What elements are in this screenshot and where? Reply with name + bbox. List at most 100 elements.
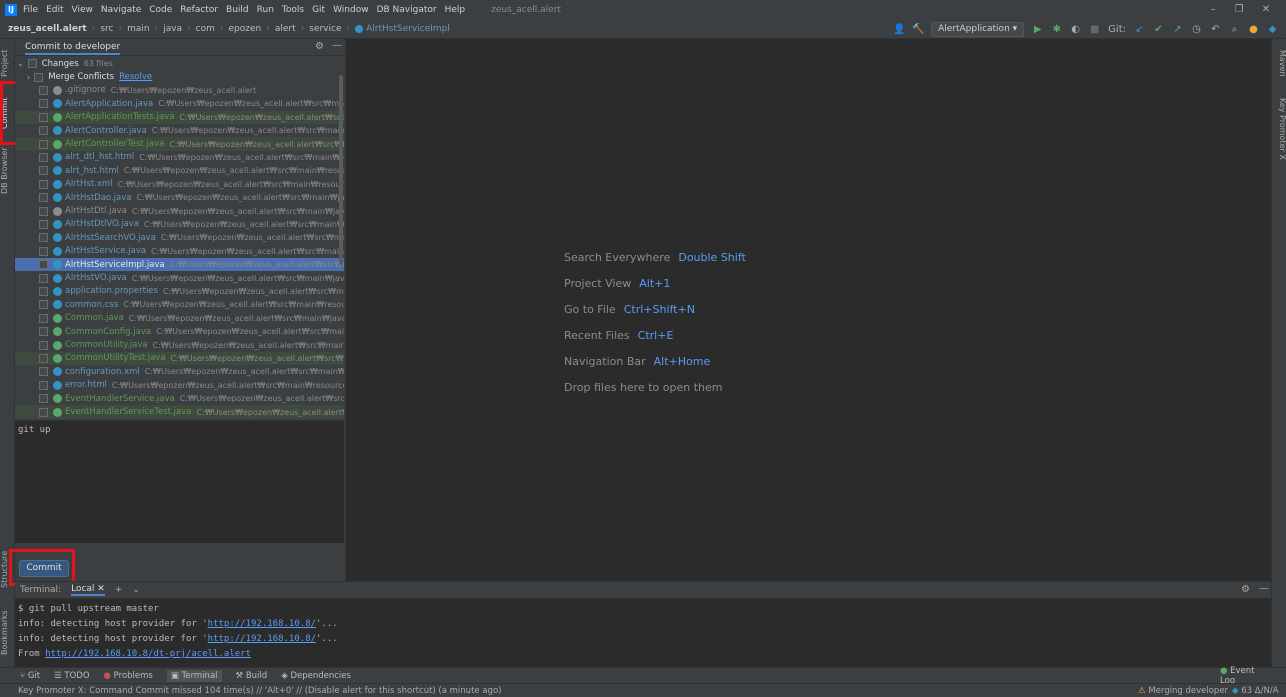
terminal-tab-local[interactable]: Local ✕ bbox=[71, 584, 105, 596]
chevron-right-icon[interactable]: › bbox=[27, 73, 30, 82]
file-checkbox[interactable] bbox=[39, 286, 48, 296]
file-row[interactable]: EventHandlerServiceTest.java C:₩Users₩epo… bbox=[15, 405, 344, 419]
menu-edit[interactable]: Edit bbox=[46, 5, 63, 15]
rollback-icon[interactable]: ↶ bbox=[1210, 24, 1221, 35]
chevron-down-icon[interactable]: ⌄ bbox=[132, 585, 140, 595]
tab-project[interactable]: Project bbox=[0, 43, 15, 83]
file-checkbox[interactable] bbox=[39, 99, 48, 109]
git-branch-status[interactable]: ⚠ Merging developer bbox=[1138, 686, 1228, 696]
file-checkbox[interactable] bbox=[39, 152, 48, 162]
file-row[interactable]: AlrtHstDtlVO.java C:₩Users₩epozen₩zeus_ac… bbox=[15, 218, 344, 231]
menu-git[interactable]: Git bbox=[312, 5, 325, 15]
toolwindow-dependencies[interactable]: ◈ Dependencies bbox=[281, 671, 351, 681]
breadcrumb-project[interactable]: zeus_acell.alert bbox=[8, 24, 87, 34]
breadcrumb-epozen[interactable]: epozen bbox=[229, 24, 262, 34]
file-checkbox[interactable] bbox=[39, 313, 48, 323]
file-row[interactable]: alrt_dtl_hst.html C:₩Users₩epozen₩zeus_ac… bbox=[15, 151, 344, 164]
changes-checkbox[interactable] bbox=[27, 59, 37, 69]
toolwindow-todo[interactable]: ☰ TODO bbox=[54, 671, 89, 681]
tab-maven[interactable]: Maven bbox=[1273, 43, 1286, 83]
history-icon[interactable]: ◷ bbox=[1191, 24, 1202, 35]
file-checkbox[interactable] bbox=[39, 112, 48, 122]
build-hammer-icon[interactable]: 🔨 bbox=[912, 24, 924, 35]
menu-help[interactable]: Help bbox=[445, 5, 466, 15]
breadcrumb-com[interactable]: com bbox=[196, 24, 215, 34]
file-checkbox[interactable] bbox=[39, 380, 48, 390]
file-row[interactable]: AlertController.java C:₩Users₩epozen₩zeus… bbox=[15, 124, 344, 137]
menu-view[interactable]: View bbox=[72, 5, 93, 15]
file-row[interactable]: CommonConfig.java C:₩Users₩epozen₩zeus_ac… bbox=[15, 325, 344, 338]
toolwindow-terminal[interactable]: ▣ Terminal bbox=[166, 669, 222, 682]
coverage-icon[interactable]: ◐ bbox=[1070, 24, 1081, 35]
file-row[interactable]: AlrtHstDao.java C:₩Users₩epozen₩zeus_acel… bbox=[15, 191, 344, 204]
menu-window[interactable]: Window bbox=[333, 5, 369, 15]
file-checkbox[interactable] bbox=[39, 394, 48, 404]
file-row[interactable]: AlrtHst.xml C:₩Users₩epozen₩zeus_acell.al… bbox=[15, 178, 344, 191]
menu-run[interactable]: Run bbox=[257, 5, 274, 15]
file-checkbox[interactable] bbox=[39, 353, 48, 363]
commit-tab-title[interactable]: Commit to developer bbox=[25, 40, 121, 55]
file-checkbox[interactable] bbox=[39, 193, 48, 203]
file-checkbox[interactable] bbox=[39, 179, 48, 189]
terminal-link[interactable]: http://192.168.10.8/ bbox=[208, 619, 316, 629]
tab-db-browser[interactable]: DB Browser bbox=[0, 143, 15, 198]
close-icon[interactable]: ✕ bbox=[1259, 3, 1273, 17]
breadcrumb-src[interactable]: src bbox=[100, 24, 113, 34]
git-update-icon[interactable]: ↙ bbox=[1134, 24, 1145, 35]
file-row[interactable]: application.properties C:₩Users₩epozen₩ze… bbox=[15, 285, 344, 298]
file-checkbox[interactable] bbox=[39, 273, 48, 283]
file-row[interactable]: alrt_hst.html C:₩Users₩epozen₩zeus_acell.… bbox=[15, 164, 344, 177]
terminal-output[interactable]: $ git pull upstream master info: detectin… bbox=[15, 599, 1271, 665]
debug-icon[interactable]: ✱ bbox=[1051, 24, 1062, 35]
changes-status[interactable]: ◆ 63 Δ/N/A bbox=[1232, 686, 1278, 696]
git-push-icon[interactable]: ↗ bbox=[1172, 24, 1183, 35]
file-checkbox[interactable] bbox=[39, 260, 48, 270]
file-checkbox[interactable] bbox=[39, 407, 48, 417]
menu-tools[interactable]: Tools bbox=[282, 5, 304, 15]
toolwindow-git[interactable]: ⑂ Git bbox=[20, 671, 40, 681]
menu-build[interactable]: Build bbox=[226, 5, 249, 15]
file-checkbox[interactable] bbox=[39, 126, 48, 136]
file-checkbox[interactable] bbox=[39, 206, 48, 216]
minimize-icon[interactable]: – bbox=[1206, 3, 1220, 17]
menu-code[interactable]: Code bbox=[149, 5, 172, 15]
changes-group[interactable]: ⌄ Changes 63 files bbox=[15, 57, 344, 70]
breadcrumb-main[interactable]: main bbox=[127, 24, 150, 34]
merge-conflicts-checkbox[interactable] bbox=[34, 72, 44, 82]
status-message[interactable]: Key Promoter X: Command Commit missed 10… bbox=[18, 686, 501, 696]
update-icon[interactable]: ● bbox=[1248, 24, 1259, 35]
git-commit-icon[interactable]: ✔ bbox=[1153, 24, 1164, 35]
user-icon[interactable]: 👤 bbox=[893, 24, 905, 35]
menu-refactor[interactable]: Refactor bbox=[180, 5, 218, 15]
hide-icon[interactable]: — bbox=[332, 40, 342, 51]
file-row[interactable]: AlertApplicationTests.java C:₩Users₩epoze… bbox=[15, 110, 344, 124]
stop-icon[interactable]: ■ bbox=[1089, 24, 1100, 35]
merge-conflicts-group[interactable]: › Merge Conflicts Resolve bbox=[15, 70, 344, 83]
tab-bookmarks[interactable]: Bookmarks bbox=[0, 607, 15, 659]
file-checkbox[interactable] bbox=[39, 166, 48, 176]
file-checkbox[interactable] bbox=[39, 340, 48, 350]
file-row[interactable]: AlertControllerTest.java C:₩Users₩epozen₩… bbox=[15, 137, 344, 151]
file-checkbox[interactable] bbox=[39, 300, 48, 310]
file-row[interactable]: common.css C:₩Users₩epozen₩zeus_acell.ale… bbox=[15, 298, 344, 311]
file-row[interactable]: CommonUtility.java C:₩Users₩epozen₩zeus_a… bbox=[15, 338, 344, 351]
file-checkbox[interactable] bbox=[39, 246, 48, 256]
file-row[interactable]: configuration.xml C:₩Users₩epozen₩zeus_ac… bbox=[15, 365, 344, 378]
file-row[interactable]: AlertApplication.java C:₩Users₩epozen₩zeu… bbox=[15, 97, 344, 110]
tab-key-promoter[interactable]: Key Promoter X bbox=[1273, 94, 1286, 164]
file-row[interactable]: AlrtHstService.java C:₩Users₩epozen₩zeus_… bbox=[15, 245, 344, 258]
file-row[interactable]: AlrtHstVO.java C:₩Users₩epozen₩zeus_acell… bbox=[15, 271, 344, 284]
file-row[interactable]: error.html C:₩Users₩epozen₩zeus_acell.ale… bbox=[15, 379, 344, 392]
ide-features-icon[interactable]: ◆ bbox=[1267, 24, 1278, 35]
file-checkbox[interactable] bbox=[39, 139, 48, 149]
file-row[interactable]: AlrtHstSearchVO.java C:₩Users₩epozen₩zeus… bbox=[15, 231, 344, 244]
menu-navigate[interactable]: Navigate bbox=[101, 5, 141, 15]
file-checkbox[interactable] bbox=[39, 233, 48, 243]
toolwindow-build[interactable]: ⚒ Build bbox=[236, 671, 268, 681]
breadcrumb-alert[interactable]: alert bbox=[275, 24, 296, 34]
terminal-link[interactable]: http://192.168.10.8/ bbox=[208, 634, 316, 644]
vertical-scrollbar[interactable] bbox=[339, 75, 343, 265]
resolve-link[interactable]: Resolve bbox=[119, 72, 152, 82]
terminal-gear-icon[interactable]: ⚙ bbox=[1241, 584, 1250, 595]
file-checkbox[interactable] bbox=[39, 327, 48, 337]
